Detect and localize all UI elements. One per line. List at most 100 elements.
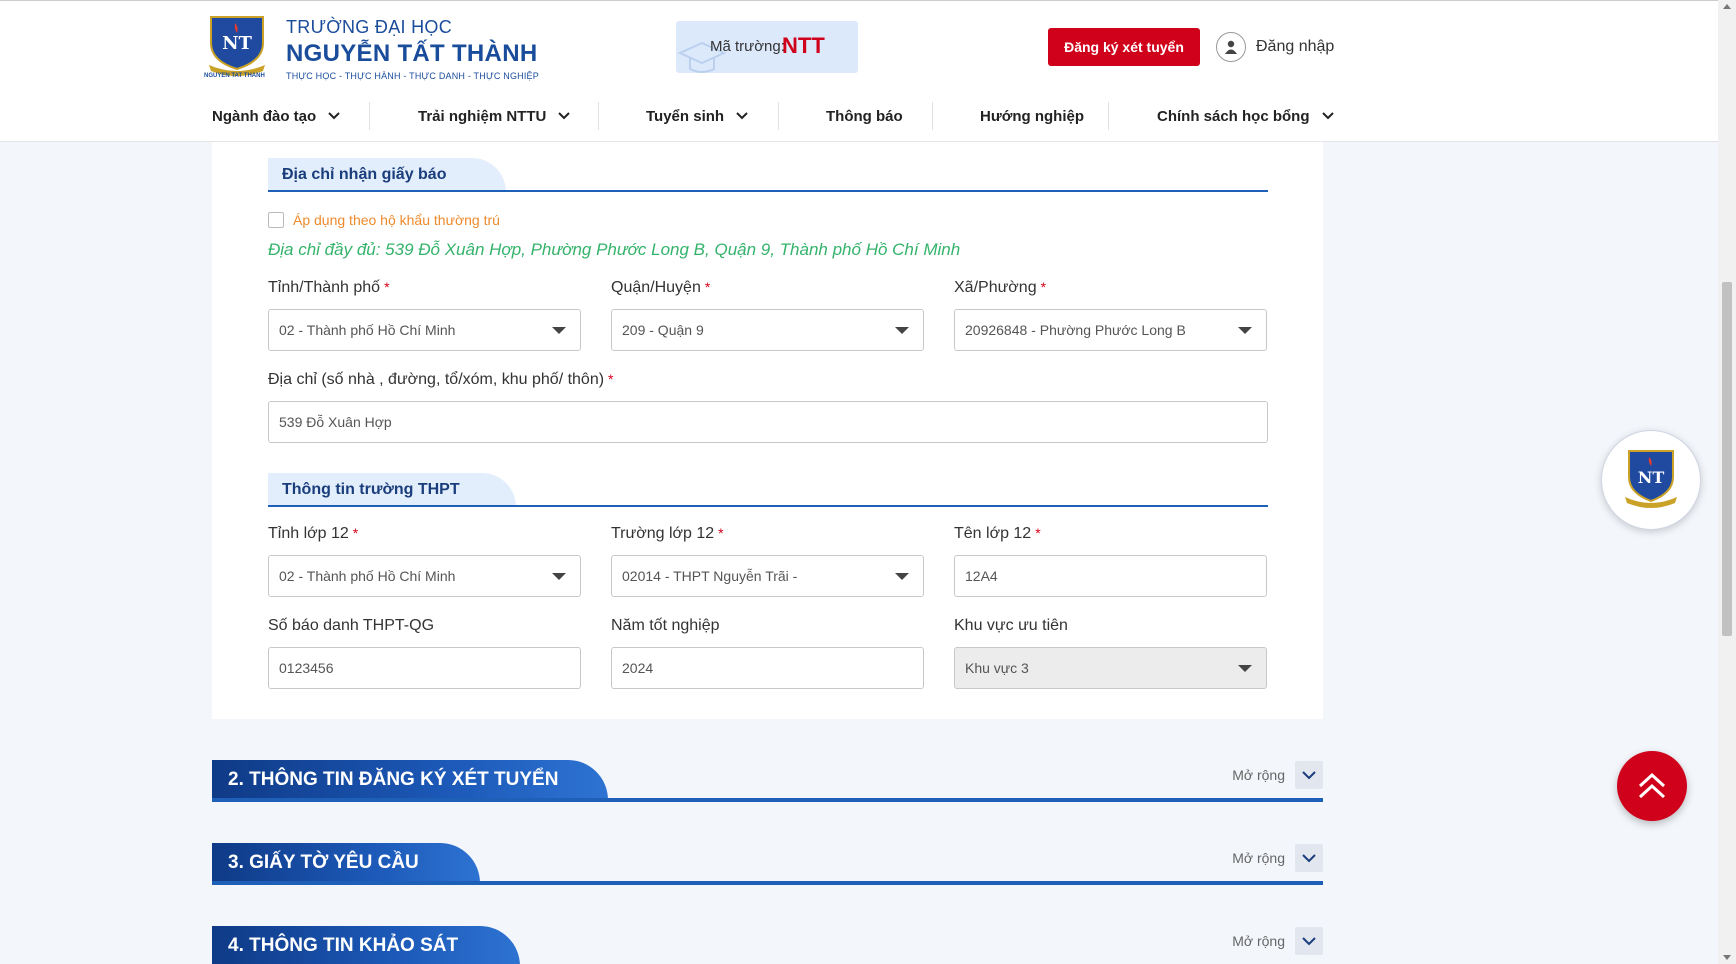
caret-down-icon	[552, 573, 566, 580]
school-code-box: Mã trường: NTT	[676, 21, 858, 73]
select-value: 209 - Quận 9	[622, 322, 704, 338]
expand-toggle[interactable]: Mở rộng	[1232, 843, 1323, 873]
nav-item-nganh-dao-tao[interactable]: Ngành đào tạo	[212, 90, 340, 142]
page-scrollbar[interactable]	[1718, 0, 1736, 964]
grade12-school-select[interactable]: 02014 - THPT Nguyễn Trãi -	[611, 555, 924, 597]
scrollbar-thumb[interactable]	[1722, 282, 1732, 636]
expand-toggle[interactable]: Mở rộng	[1232, 760, 1323, 790]
grade12-province-select[interactable]: 02 - Thành phố Hồ Chí Minh	[268, 555, 581, 597]
accordion-survey-info[interactable]: 4. THÔNG TIN KHẢO SÁT Mở rộng	[212, 926, 1323, 964]
required-mark: *	[608, 371, 614, 387]
accordion-divider	[212, 798, 1323, 802]
select-value: 02 - Thành phố Hồ Chí Minh	[279, 322, 456, 338]
login-link[interactable]: Đăng nhập	[1216, 30, 1334, 64]
svg-text:NT: NT	[222, 33, 252, 54]
full-address-text: Địa chỉ đầy đủ: 539 Đỗ Xuân Hợp, Phường …	[268, 240, 961, 259]
logo-caption: NGUYEN TAT THANH	[204, 73, 265, 79]
chevron-down-icon	[558, 112, 571, 120]
accordion-title: 2. THÔNG TIN ĐĂNG KÝ XÉT TUYỂN	[212, 760, 608, 800]
nav-divider	[778, 102, 779, 130]
checkbox[interactable]	[268, 212, 284, 228]
caret-down-icon	[1238, 665, 1252, 672]
scroll-down-arrow[interactable]	[1723, 955, 1731, 960]
accordion-divider	[212, 881, 1323, 885]
chevron-down-icon[interactable]	[1295, 761, 1323, 789]
login-label: Đăng nhập	[1256, 38, 1335, 55]
scroll-up-arrow[interactable]	[1723, 4, 1731, 9]
section-title: Thông tin trường THPT	[268, 473, 516, 507]
priority-area-select[interactable]: Khu vực 3	[954, 647, 1267, 689]
required-mark: *	[704, 279, 711, 295]
chevron-down-icon[interactable]	[1295, 927, 1323, 955]
class-name-input[interactable]: 12A4	[954, 555, 1267, 597]
required-mark: *	[384, 279, 390, 295]
logo-line-1: TRƯỜNG ĐẠI HỌC	[286, 17, 453, 37]
nav-label: Trải nghiệm NTTU	[418, 107, 547, 125]
priority-area-label: Khu vực ưu tiên	[954, 617, 1068, 634]
chevron-down-icon[interactable]	[1295, 844, 1323, 872]
nav-label: Hướng nghiệp	[980, 107, 1085, 125]
province-select[interactable]: 02 - Thành phố Hồ Chí Minh	[268, 309, 581, 351]
nav-label: Thông báo	[826, 107, 903, 125]
accordion-title: 4. THÔNG TIN KHẢO SÁT	[212, 926, 520, 964]
floating-logo-button[interactable]: NT	[1601, 430, 1701, 530]
university-logo-icon: NT	[1625, 450, 1677, 508]
caret-down-icon	[1238, 327, 1252, 334]
select-value: 02014 - THPT Nguyễn Trãi -	[622, 568, 798, 584]
label-text: Tên lớp 12	[954, 525, 1032, 542]
required-mark: *	[1040, 279, 1047, 295]
grade12-school-label: Trường lớp 12 *	[611, 525, 724, 543]
accordion-required-documents[interactable]: 3. GIẤY TỜ YÊU CẦU Mở rộng	[212, 843, 1323, 887]
arrow-up-icon	[1638, 772, 1666, 799]
class-name-label: Tên lớp 12 *	[954, 525, 1041, 543]
section-divider	[268, 505, 1268, 507]
nav-divider	[369, 102, 370, 130]
grad-year-label: Năm tốt nghiệp	[611, 617, 720, 634]
grad-year-input[interactable]: 2024	[611, 647, 924, 689]
register-button[interactable]: Đăng ký xét tuyển	[1048, 28, 1200, 66]
logo-slogan: THỰC HỌC - THỰC HÀNH - THỰC DANH - THỰC …	[286, 71, 539, 81]
exam-id-label: Số báo danh THPT-QG	[268, 617, 435, 634]
caret-down-icon	[552, 327, 566, 334]
street-address-input[interactable]: 539 Đỗ Xuân Hợp	[268, 401, 1268, 443]
nav-item-thong-bao[interactable]: Thông báo	[826, 90, 903, 142]
svg-text:NT: NT	[1638, 468, 1665, 487]
required-mark: *	[352, 525, 359, 541]
nav-item-chinh-sach-hoc-bong[interactable]: Chính sách học bổng	[1157, 90, 1334, 142]
exam-id-input[interactable]: 0123456	[268, 647, 581, 689]
accordion-registration-info[interactable]: 2. THÔNG TIN ĐĂNG KÝ XÉT TUYỂN Mở rộng	[212, 760, 1323, 804]
nav-label: Chính sách học bổng	[1157, 107, 1310, 125]
nav-divider	[1108, 102, 1109, 130]
nav-item-tuyen-sinh[interactable]: Tuyển sinh	[646, 90, 748, 142]
label-text: Quận/Huyện	[611, 279, 701, 296]
main-nav: Ngành đào tạo Trải nghiệm NTTU Tuyển sin…	[0, 90, 1718, 142]
expand-label: Mở rộng	[1232, 933, 1285, 949]
label-text: Tỉnh/Thành phố	[268, 279, 381, 296]
nav-item-trai-nghiem[interactable]: Trải nghiệm NTTU	[418, 90, 571, 142]
required-mark: *	[718, 525, 724, 541]
nav-label: Tuyển sinh	[646, 107, 725, 125]
permanent-address-checkbox[interactable]: Áp dụng theo hộ khẩu thường trú	[268, 212, 500, 228]
label-text: Trường lớp 12	[611, 525, 715, 542]
university-logo[interactable]: NT	[205, 13, 269, 79]
university-name[interactable]: TRƯỜNG ĐẠI HỌC NGUYỄN TẤT THÀNH THỰC HỌC…	[286, 17, 539, 81]
chevron-down-icon	[1321, 112, 1334, 120]
chevron-down-icon	[736, 112, 748, 120]
expand-toggle[interactable]: Mở rộng	[1232, 926, 1323, 956]
nav-divider	[598, 102, 599, 130]
nav-item-huong-nghiep[interactable]: Hướng nghiệp	[980, 90, 1084, 142]
ward-label: Xã/Phường *	[954, 279, 1046, 297]
school-code-value: NTT	[782, 33, 825, 58]
district-select[interactable]: 209 - Quận 9	[611, 309, 924, 351]
scroll-to-top-button[interactable]	[1617, 751, 1687, 821]
ward-select[interactable]: 20926848 - Phường Phước Long B	[954, 309, 1267, 351]
required-mark: *	[1035, 525, 1041, 541]
site-header: NT NGUYEN TAT THANH TRƯỜNG ĐẠI HỌC NGUYỄ…	[0, 0, 1718, 90]
label-text: Xã/Phường	[954, 279, 1037, 296]
label-text: Tỉnh lớp 12	[268, 525, 349, 542]
select-value: Khu vực 3	[965, 660, 1029, 676]
logo-line-2: NGUYỄN TẤT THÀNH	[286, 40, 538, 67]
section-divider	[268, 190, 1268, 192]
label-text: Địa chỉ (số nhà , đường, tổ/xóm, khu phố…	[268, 371, 605, 388]
caret-down-icon	[895, 327, 909, 334]
